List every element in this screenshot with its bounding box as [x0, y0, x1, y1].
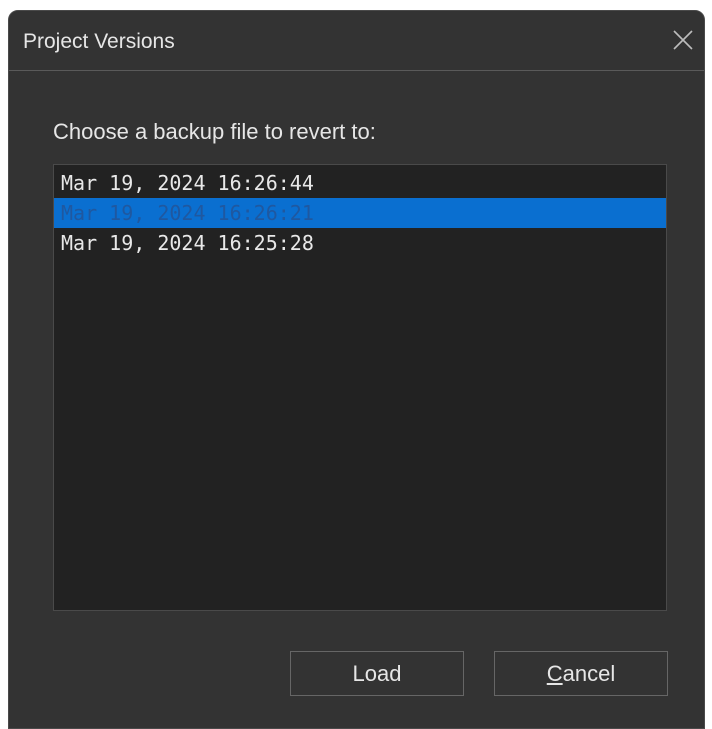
load-button-label: Load — [352, 660, 402, 686]
prompt-label: Choose a backup file to revert to: — [53, 119, 376, 144]
list-item[interactable]: Mar 19, 2024 16:25:28 — [54, 228, 666, 258]
title-bar[interactable]: Project Versions — [9, 11, 704, 71]
load-button[interactable]: Load — [290, 651, 464, 696]
cancel-button-label: ancel — [562, 660, 616, 686]
list-item[interactable]: Mar 19, 2024 16:26:44 — [54, 168, 666, 198]
cancel-accelerator: C — [546, 660, 563, 686]
cancel-button[interactable]: Cancel — [494, 651, 668, 696]
close-icon — [673, 30, 693, 50]
dialog-title: Project Versions — [23, 30, 175, 53]
project-versions-dialog: Project Versions Choose a backup file to… — [8, 10, 705, 729]
list-item-selected[interactable]: Mar 19, 2024 16:26:21 — [54, 198, 666, 228]
close-button[interactable] — [668, 25, 698, 55]
backup-list[interactable]: Mar 19, 2024 16:26:44 Mar 19, 2024 16:26… — [53, 164, 667, 611]
